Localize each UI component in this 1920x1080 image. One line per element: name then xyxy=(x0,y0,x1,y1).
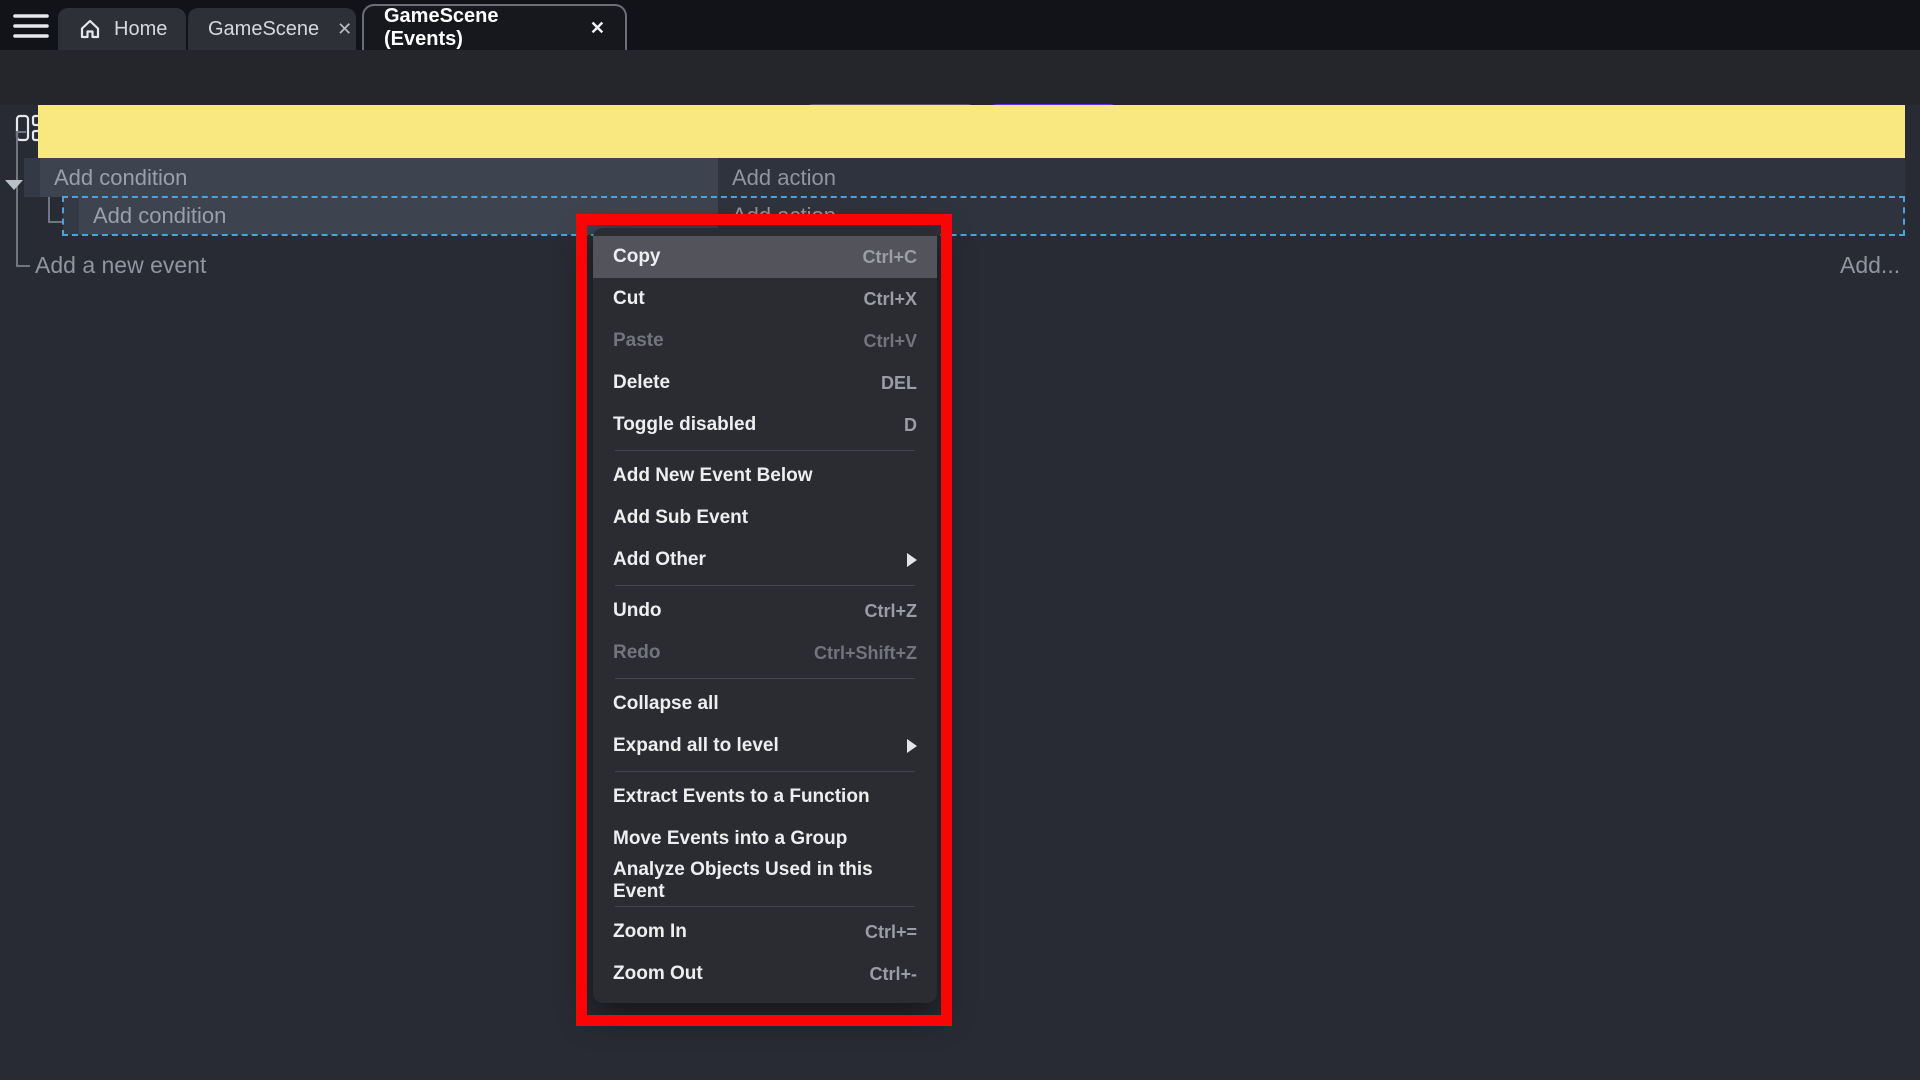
tab-gamescene[interactable]: GameScene ✕ xyxy=(188,8,356,50)
menu-item-toggle-disabled[interactable]: Toggle disabled D xyxy=(593,404,937,446)
subevent-drag-handle[interactable] xyxy=(63,197,79,235)
menu-divider xyxy=(615,585,915,586)
menu-item-undo[interactable]: Undo Ctrl+Z xyxy=(593,590,937,632)
menu-item-zoom-out[interactable]: Zoom Out Ctrl+- xyxy=(593,953,937,995)
tree-line xyxy=(16,131,26,133)
menu-item-zoom-in[interactable]: Zoom In Ctrl+= xyxy=(593,911,937,953)
tree-line xyxy=(48,197,50,223)
tree-line xyxy=(16,131,18,267)
menu-item-add-new-event-below[interactable]: Add New Event Below xyxy=(593,455,937,497)
events-toolbar: Preview Publish xyxy=(0,50,1920,105)
close-icon[interactable]: ✕ xyxy=(590,18,605,39)
menu-divider xyxy=(615,906,915,907)
close-icon[interactable]: ✕ xyxy=(337,19,352,40)
add-more-link[interactable]: Add... xyxy=(1840,252,1900,279)
menu-item-cut[interactable]: Cut Ctrl+X xyxy=(593,278,937,320)
menu-item-add-sub-event[interactable]: Add Sub Event xyxy=(593,497,937,539)
menu-divider xyxy=(615,678,915,679)
tab-label: Home xyxy=(114,18,167,41)
event-drag-handle[interactable] xyxy=(24,158,40,197)
menu-item-move-events-into-group[interactable]: Move Events into a Group xyxy=(593,818,937,860)
menu-item-expand-all-to-level[interactable]: Expand all to level xyxy=(593,725,937,767)
tab-gamescene-events[interactable]: GameScene (Events) ✕ xyxy=(362,4,627,50)
tab-strip: Home GameScene ✕ GameScene (Events) ✕ xyxy=(0,0,1920,50)
menu-item-copy[interactable]: Copy Ctrl+C xyxy=(593,236,937,278)
add-action-button[interactable]: Add action xyxy=(718,158,1905,197)
submenu-arrow-icon xyxy=(907,739,917,753)
menu-item-collapse-all[interactable]: Collapse all xyxy=(593,683,937,725)
context-menu: Copy Ctrl+C Cut Ctrl+X Paste Ctrl+V Dele… xyxy=(593,228,937,1003)
menu-item-paste[interactable]: Paste Ctrl+V xyxy=(593,320,937,362)
menu-item-redo[interactable]: Redo Ctrl+Shift+Z xyxy=(593,632,937,674)
menu-item-extract-events-to-function[interactable]: Extract Events to a Function xyxy=(593,776,937,818)
add-condition-button[interactable]: Add condition xyxy=(40,158,718,197)
home-icon xyxy=(78,17,102,41)
collapse-event-arrow-icon[interactable] xyxy=(5,180,23,190)
menu-item-delete[interactable]: Delete DEL xyxy=(593,362,937,404)
add-new-event-link[interactable]: Add a new event xyxy=(35,252,206,279)
tab-label: GameScene (Events) xyxy=(384,5,572,51)
tab-home[interactable]: Home xyxy=(58,8,186,50)
comment-event[interactable] xyxy=(38,105,1905,158)
hamburger-menu-icon[interactable] xyxy=(12,11,50,41)
tab-label: GameScene xyxy=(208,18,319,41)
tree-line xyxy=(48,221,62,223)
menu-item-add-other[interactable]: Add Other xyxy=(593,539,937,581)
submenu-arrow-icon xyxy=(907,553,917,567)
menu-item-analyze-objects[interactable]: Analyze Objects Used in this Event xyxy=(593,860,937,902)
tree-line xyxy=(16,265,30,267)
menu-divider xyxy=(615,450,915,451)
menu-divider xyxy=(615,771,915,772)
